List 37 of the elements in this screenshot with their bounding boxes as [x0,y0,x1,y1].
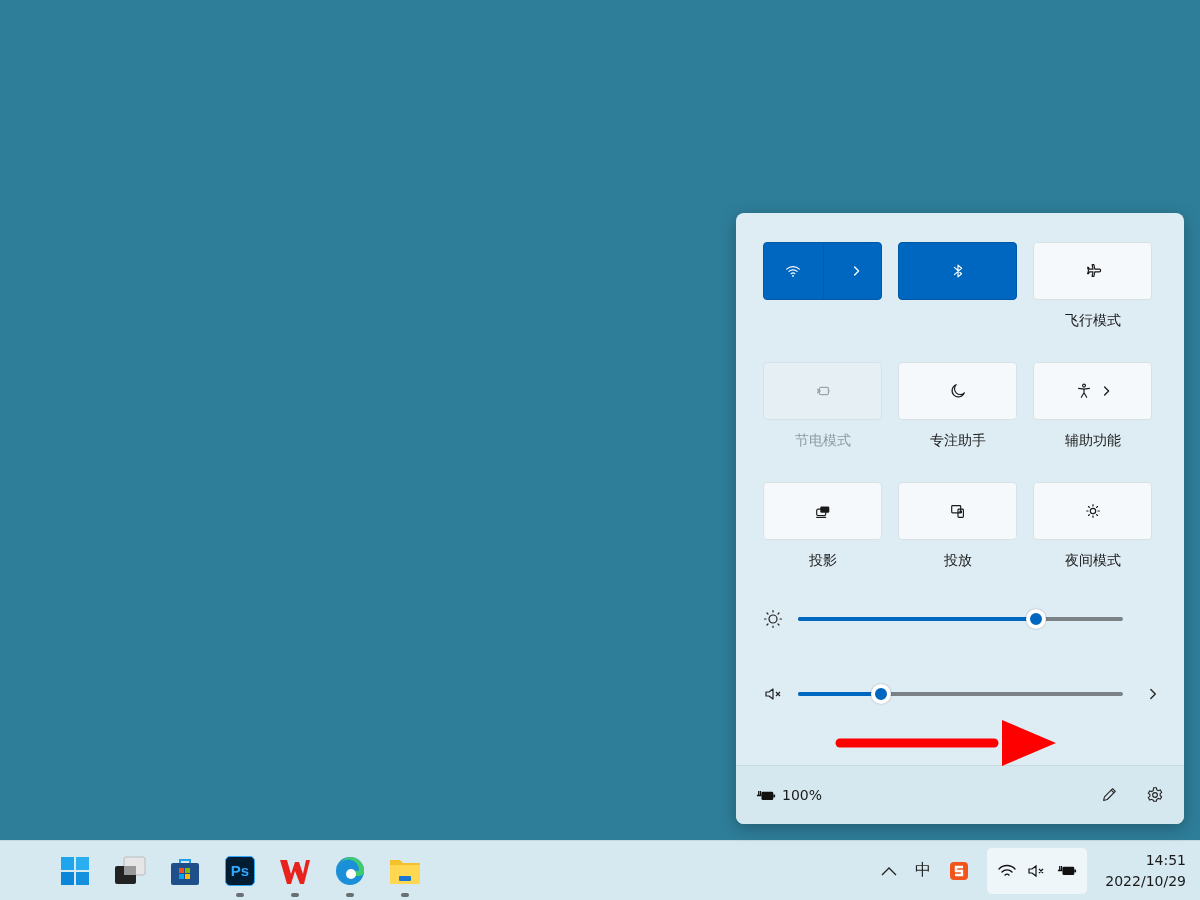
tile-label: 夜间模式 [1064,552,1121,570]
windows-logo-icon [60,855,90,886]
chevron-icon [852,265,861,277]
tile-label: 投放 [943,552,972,570]
project-toggle[interactable] [763,482,882,540]
system-tray-button[interactable] [987,847,1088,894]
bluetooth-toggle[interactable] [898,242,1017,300]
tile-label: 辅助功能 [1064,432,1121,450]
pencil-icon[interactable] [1100,786,1118,804]
clock-date[interactable]: 2022/10/29 [1105,870,1186,892]
task-view-icon [114,855,146,886]
settings-icon[interactable] [1146,786,1164,804]
input-method-indicator[interactable]: 中 [915,860,932,881]
tile-label: 飞行模式 [1064,312,1121,330]
wifi-toggle[interactable] [763,242,882,300]
tile-label: 节电模式 [794,432,851,450]
caret-up-icon[interactable] [881,865,898,876]
airplane-toggle[interactable] [1033,242,1152,300]
battery-percentage: 100% [782,787,823,803]
slider-thumb[interactable] [1026,609,1047,629]
accessibility-toggle[interactable] [1033,362,1152,420]
moon-toggle[interactable] [898,362,1017,420]
night-light-icon [1083,502,1102,520]
clock-time[interactable]: 14:51 [1145,849,1186,871]
battery-charging-icon [1057,863,1078,878]
edge-icon [335,855,365,886]
chevron-icon[interactable] [1148,687,1158,701]
night-light-toggle[interactable] [1033,482,1152,540]
tile-label: 投影 [808,552,837,570]
cast-toggle[interactable] [898,482,1017,540]
moon-icon [948,382,967,400]
chevron-icon [1102,385,1111,397]
cast-icon [948,502,967,520]
tile-label: 专注助手 [929,432,986,450]
slider-thumb[interactable] [870,684,891,704]
brightness-icon [763,609,783,629]
sogou-icon[interactable] [949,860,970,881]
